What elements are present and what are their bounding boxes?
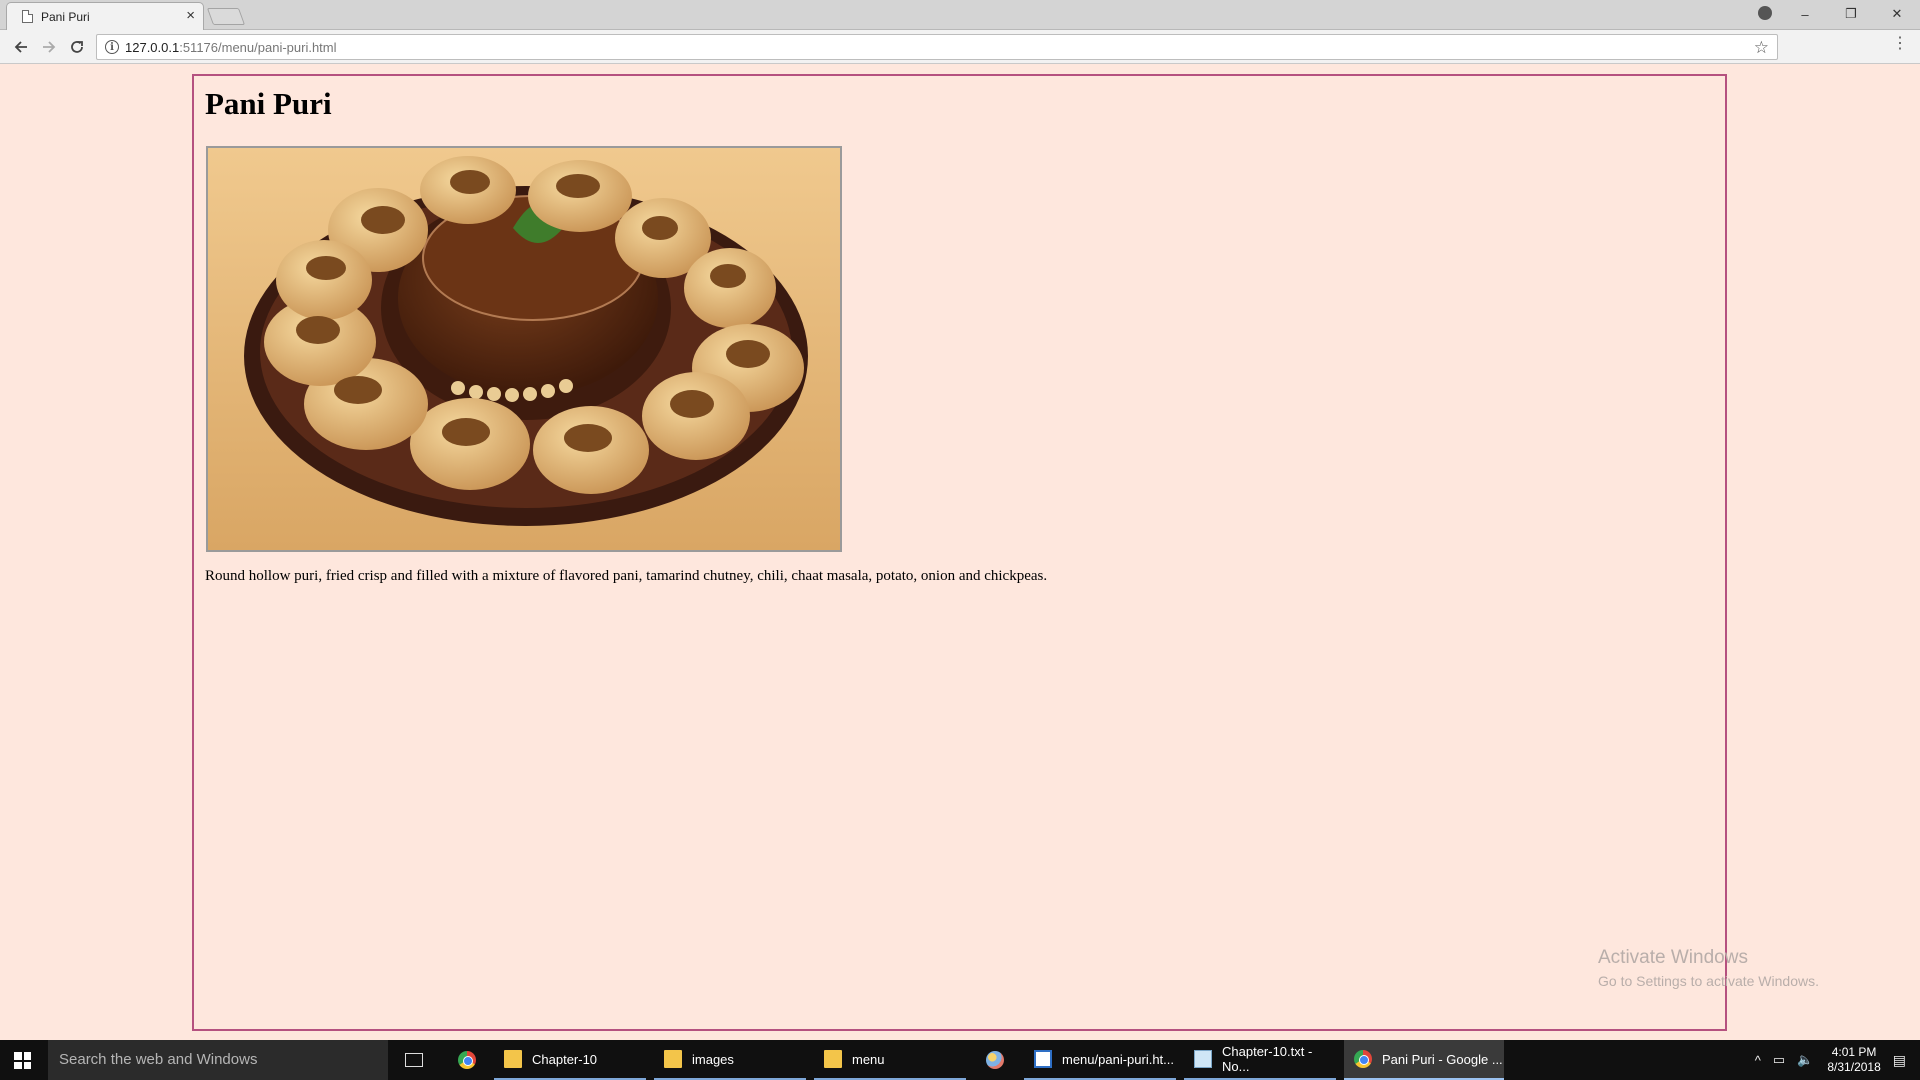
- menu-item-container: Pani Puri Round hollow puri, fried crisp…: [192, 74, 1727, 1031]
- taskbar-item-chapter-10[interactable]: Chapter-10: [494, 1040, 646, 1080]
- minimize-button[interactable]: –: [1782, 0, 1828, 28]
- dish-description: Round hollow puri, fried crisp and fille…: [205, 568, 1048, 584]
- tab-strip: Pani Puri × – ❐ ✕: [0, 0, 1920, 30]
- taskbar-item-chrome-window[interactable]: Pani Puri - Google ...: [1344, 1040, 1504, 1080]
- browser-toolbar: i 127.0.0.1:51176/menu/pani-puri.html ☆ …: [0, 30, 1920, 64]
- tab-close-icon[interactable]: ×: [186, 8, 195, 24]
- info-icon[interactable]: i: [105, 40, 119, 54]
- folder-icon: [824, 1050, 842, 1068]
- task-view-icon[interactable]: [405, 1053, 423, 1067]
- page-title: Pani Puri: [205, 86, 332, 121]
- taskbar-paint-pinned[interactable]: [976, 1040, 1014, 1080]
- address-bar[interactable]: i 127.0.0.1:51176/menu/pani-puri.html ☆: [96, 34, 1778, 60]
- restore-button[interactable]: ❐: [1828, 0, 1874, 28]
- url-text: 127.0.0.1:51176/menu/pani-puri.html: [125, 40, 337, 55]
- page-icon: [22, 10, 33, 23]
- taskbar-item-images[interactable]: images: [654, 1040, 806, 1080]
- bookmark-star-icon[interactable]: ☆: [1754, 38, 1769, 58]
- taskbar-search-input[interactable]: Search the web and Windows: [48, 1040, 388, 1080]
- taskbar-item-notepad[interactable]: Chapter-10.txt - No...: [1184, 1040, 1336, 1080]
- taskbar-item-menu[interactable]: menu: [814, 1040, 966, 1080]
- pani-puri-image: [206, 146, 842, 552]
- clock[interactable]: 4:01 PM 8/31/2018: [1827, 1045, 1880, 1075]
- profile-icon[interactable]: [1758, 6, 1772, 20]
- network-icon[interactable]: ▭: [1773, 1052, 1785, 1068]
- activation-watermark: Activate Windows Go to Settings to activ…: [1598, 947, 1819, 989]
- volume-icon[interactable]: 🔈: [1797, 1052, 1813, 1068]
- folder-icon: [664, 1050, 682, 1068]
- notepad-icon: [1194, 1050, 1212, 1068]
- taskbar-chrome-pinned[interactable]: [448, 1040, 486, 1080]
- reload-icon[interactable]: [65, 35, 89, 59]
- taskbar-item-brackets[interactable]: menu/pani-puri.ht...: [1024, 1040, 1176, 1080]
- browser-menu-icon[interactable]: ⋮: [1892, 36, 1908, 52]
- taskbar: Search the web and Windows Chapter-10 im…: [0, 1040, 1920, 1080]
- brackets-icon: [1034, 1050, 1052, 1068]
- chevron-up-icon[interactable]: ^: [1755, 1053, 1761, 1068]
- forward-arrow-icon[interactable]: [37, 35, 61, 59]
- new-tab-button[interactable]: [206, 8, 246, 25]
- folder-icon: [504, 1050, 522, 1068]
- windows-start-icon[interactable]: [14, 1052, 31, 1069]
- notification-icon[interactable]: ▤: [1893, 1052, 1906, 1069]
- chrome-icon: [1354, 1050, 1372, 1068]
- window-controls: – ❐ ✕: [1782, 0, 1920, 28]
- system-tray: ^ ▭ 🔈 4:01 PM 8/31/2018 ▤: [1749, 1040, 1920, 1080]
- browser-tab[interactable]: Pani Puri ×: [6, 2, 204, 30]
- chrome-icon: [458, 1051, 476, 1069]
- tab-title: Pani Puri: [41, 10, 90, 24]
- paint-icon: [986, 1051, 1004, 1069]
- back-arrow-icon[interactable]: [9, 35, 33, 59]
- close-window-button[interactable]: ✕: [1874, 0, 1920, 28]
